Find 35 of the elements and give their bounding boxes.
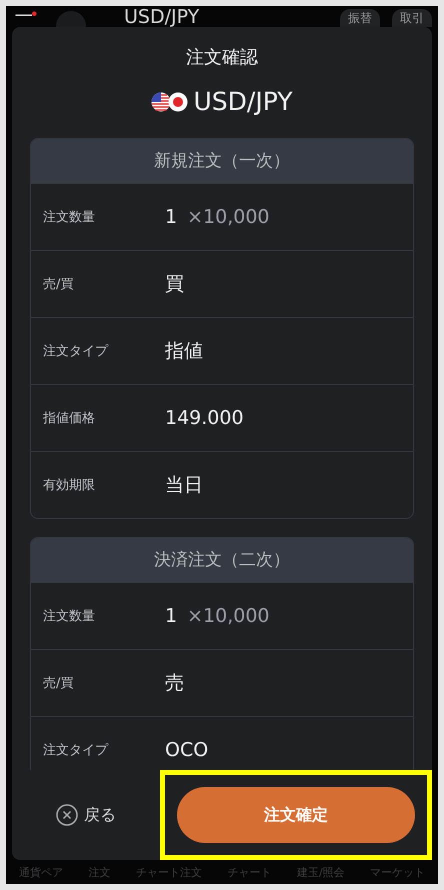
field-value: 指値 xyxy=(165,339,203,364)
field-label: 売/買 xyxy=(43,276,74,293)
field-label: 有効期限 xyxy=(43,477,96,494)
field-label: 売/買 xyxy=(43,675,74,692)
japan-flag-icon xyxy=(168,92,188,111)
nav-tab[interactable]: チャート xyxy=(227,864,272,880)
dialog-title: 注文確認 xyxy=(185,46,259,69)
nav-tab[interactable]: 通貨ペア xyxy=(18,864,63,880)
confirm-order-button[interactable]: 注文確定 xyxy=(177,787,415,843)
header-button[interactable]: 振替 xyxy=(340,9,380,27)
field-value: OCO xyxy=(165,739,208,761)
field-value: 売 xyxy=(165,671,184,696)
unit-text: ×10,000 xyxy=(187,605,270,627)
field-value: 買 xyxy=(165,272,184,297)
field-value: 1 xyxy=(165,605,178,627)
section-header: 決済注文（二次） xyxy=(31,538,413,582)
nav-tab[interactable]: 注文 xyxy=(88,864,110,880)
nav-tab[interactable]: 建玉/照会 xyxy=(296,864,345,880)
unit-text: ×10,000 xyxy=(187,206,270,228)
nav-tab[interactable]: チャート注文 xyxy=(136,864,202,880)
nav-tab[interactable]: マーケット xyxy=(370,864,426,880)
currency-pair: USD/JPY xyxy=(193,87,292,116)
screen-title: USD/JPY xyxy=(124,7,200,28)
field-value: 1 xyxy=(165,206,178,228)
field-value: 149.000 xyxy=(165,407,244,429)
field-label: 注文数量 xyxy=(43,209,96,226)
close-icon xyxy=(56,804,78,826)
field-label: 指値価格 xyxy=(43,410,96,427)
field-label: 注文タイプ xyxy=(43,742,110,759)
field-value: 当日 xyxy=(165,473,203,498)
back-button[interactable]: 戻る xyxy=(56,804,160,826)
field-label: 注文数量 xyxy=(43,608,96,625)
field-label: 注文タイプ xyxy=(43,343,110,360)
section-header: 新規注文（一次） xyxy=(31,139,413,183)
header-button[interactable]: 取引 xyxy=(392,9,432,27)
